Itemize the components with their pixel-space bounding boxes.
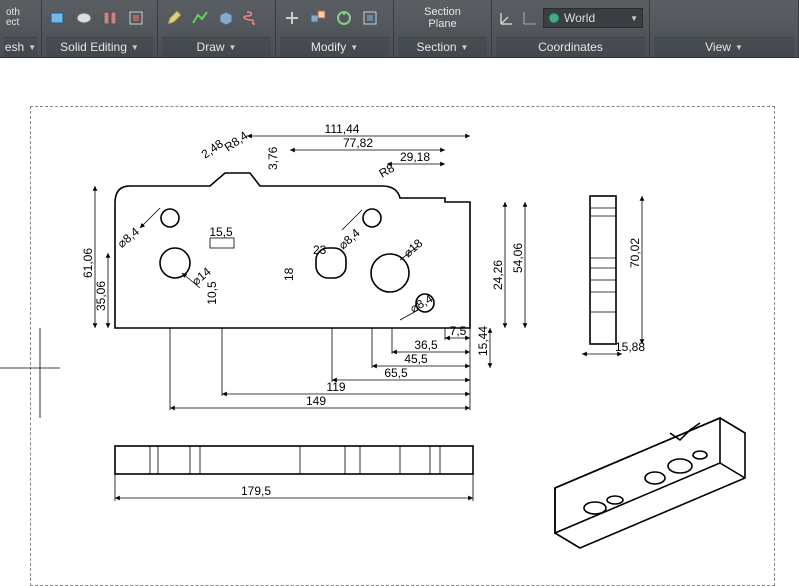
modify-icon-1[interactable] <box>282 8 302 28</box>
dim-10-5: 10,5 <box>205 281 219 305</box>
draw-icon-3d[interactable] <box>216 8 236 28</box>
solid-edit-icon-3[interactable] <box>100 8 120 28</box>
dim-7-5: 7,5 <box>450 324 467 338</box>
dim-45-5: 45,5 <box>404 352 428 366</box>
dim-15-88: 15,88 <box>615 340 645 354</box>
section-plane-button[interactable]: Section Plane <box>418 2 467 34</box>
dim-77-82: 77,82 <box>343 136 373 150</box>
dropdown-icon: ▼ <box>28 43 36 52</box>
dim-r8-4: R8,4 <box>222 128 251 154</box>
solid-edit-icon-1[interactable] <box>48 8 68 28</box>
dropdown-icon: ▼ <box>131 43 139 52</box>
draw-icon-helix[interactable] <box>242 8 262 28</box>
ucs-icon-1[interactable] <box>498 8 517 28</box>
dim-54-06: 54,06 <box>511 243 525 273</box>
draw-icon-polyline[interactable] <box>190 8 210 28</box>
globe-icon <box>548 12 560 24</box>
dim-phi-8-4-b: ⌀8,4 <box>336 226 363 253</box>
cad-drawing: 111,44 77,82 29,18 2,48 R8,4 3,76 R8 61,… <box>0 58 799 576</box>
ucs-icon-2[interactable] <box>521 8 540 28</box>
panel-mesh-partial: oth ect esh▼ <box>0 0 42 57</box>
dropdown-icon: ▼ <box>461 43 469 52</box>
bottom-profile-view <box>115 446 473 474</box>
dim-phi-8-4-a: ⌀8,4 <box>115 224 143 250</box>
drawing-canvas[interactable]: 111,44 77,82 29,18 2,48 R8,4 3,76 R8 61,… <box>0 58 799 576</box>
modify-icon-2[interactable] <box>308 8 328 28</box>
panel-draw: Draw▼ <box>158 0 276 57</box>
dim-24-26: 24,26 <box>491 260 505 290</box>
dropdown-icon: ▼ <box>630 14 638 23</box>
dropdown-icon: ▼ <box>735 43 743 52</box>
dropdown-icon: ▼ <box>229 43 237 52</box>
panel-label-mesh[interactable]: esh▼ <box>4 37 37 57</box>
panel-modify: Modify▼ <box>276 0 394 57</box>
panel-solid-editing: Solid Editing▼ <box>42 0 158 57</box>
modify-icon-4[interactable] <box>360 8 380 28</box>
dim-23: 23 <box>313 243 327 257</box>
panel-coordinates: World ▼ Coordinates <box>492 0 650 57</box>
solid-edit-icon-4[interactable] <box>126 8 146 28</box>
panel-view: View▼ <box>650 0 799 57</box>
dim-18: 18 <box>282 267 296 281</box>
dim-70-02: 70,02 <box>628 238 642 268</box>
ribbon-toolbar: oth ect esh▼ Solid Editing▼ Draw▼ <box>0 0 799 58</box>
dim-65-5: 65,5 <box>384 366 408 380</box>
ucs-combo[interactable]: World ▼ <box>543 8 643 28</box>
dim-36-5: 36,5 <box>414 338 438 352</box>
panel-label-solid-editing[interactable]: Solid Editing▼ <box>46 37 153 57</box>
ucs-combo-value: World <box>564 11 595 25</box>
dim-29-18: 29,18 <box>400 150 430 164</box>
dim-119: 119 <box>326 380 345 394</box>
solid-edit-icon-2[interactable] <box>74 8 94 28</box>
dropdown-icon: ▼ <box>350 43 358 52</box>
dim-2-48: 2,48 <box>199 136 226 161</box>
isometric-view <box>555 418 745 548</box>
dim-149: 149 <box>306 394 326 408</box>
panel-label-draw[interactable]: Draw▼ <box>162 37 271 57</box>
side-view <box>590 196 616 344</box>
dim-111-44: 111,44 <box>325 122 360 136</box>
dim-179-5: 179,5 <box>241 484 271 498</box>
dim-61-06: 61,06 <box>81 248 95 278</box>
panel-label-section[interactable]: Section▼ <box>398 37 487 57</box>
dim-3-76: 3,76 <box>266 146 280 170</box>
panel-label-view[interactable]: View▼ <box>654 37 794 57</box>
panel-section: Section Plane Section▼ <box>394 0 492 57</box>
dim-15-5: 15,5 <box>209 225 233 239</box>
dim-35-06: 35,06 <box>94 281 108 311</box>
panel-label-modify[interactable]: Modify▼ <box>280 37 389 57</box>
draw-icon-pencil[interactable] <box>164 8 184 28</box>
modify-icon-3[interactable] <box>334 8 354 28</box>
panel-label-coordinates[interactable]: Coordinates <box>496 37 645 57</box>
dimension-annotations: 111,44 77,82 29,18 2,48 R8,4 3,76 R8 61,… <box>81 122 645 501</box>
partial-label-ect: ect <box>6 18 20 29</box>
dim-15-44: 15,44 <box>476 326 490 356</box>
